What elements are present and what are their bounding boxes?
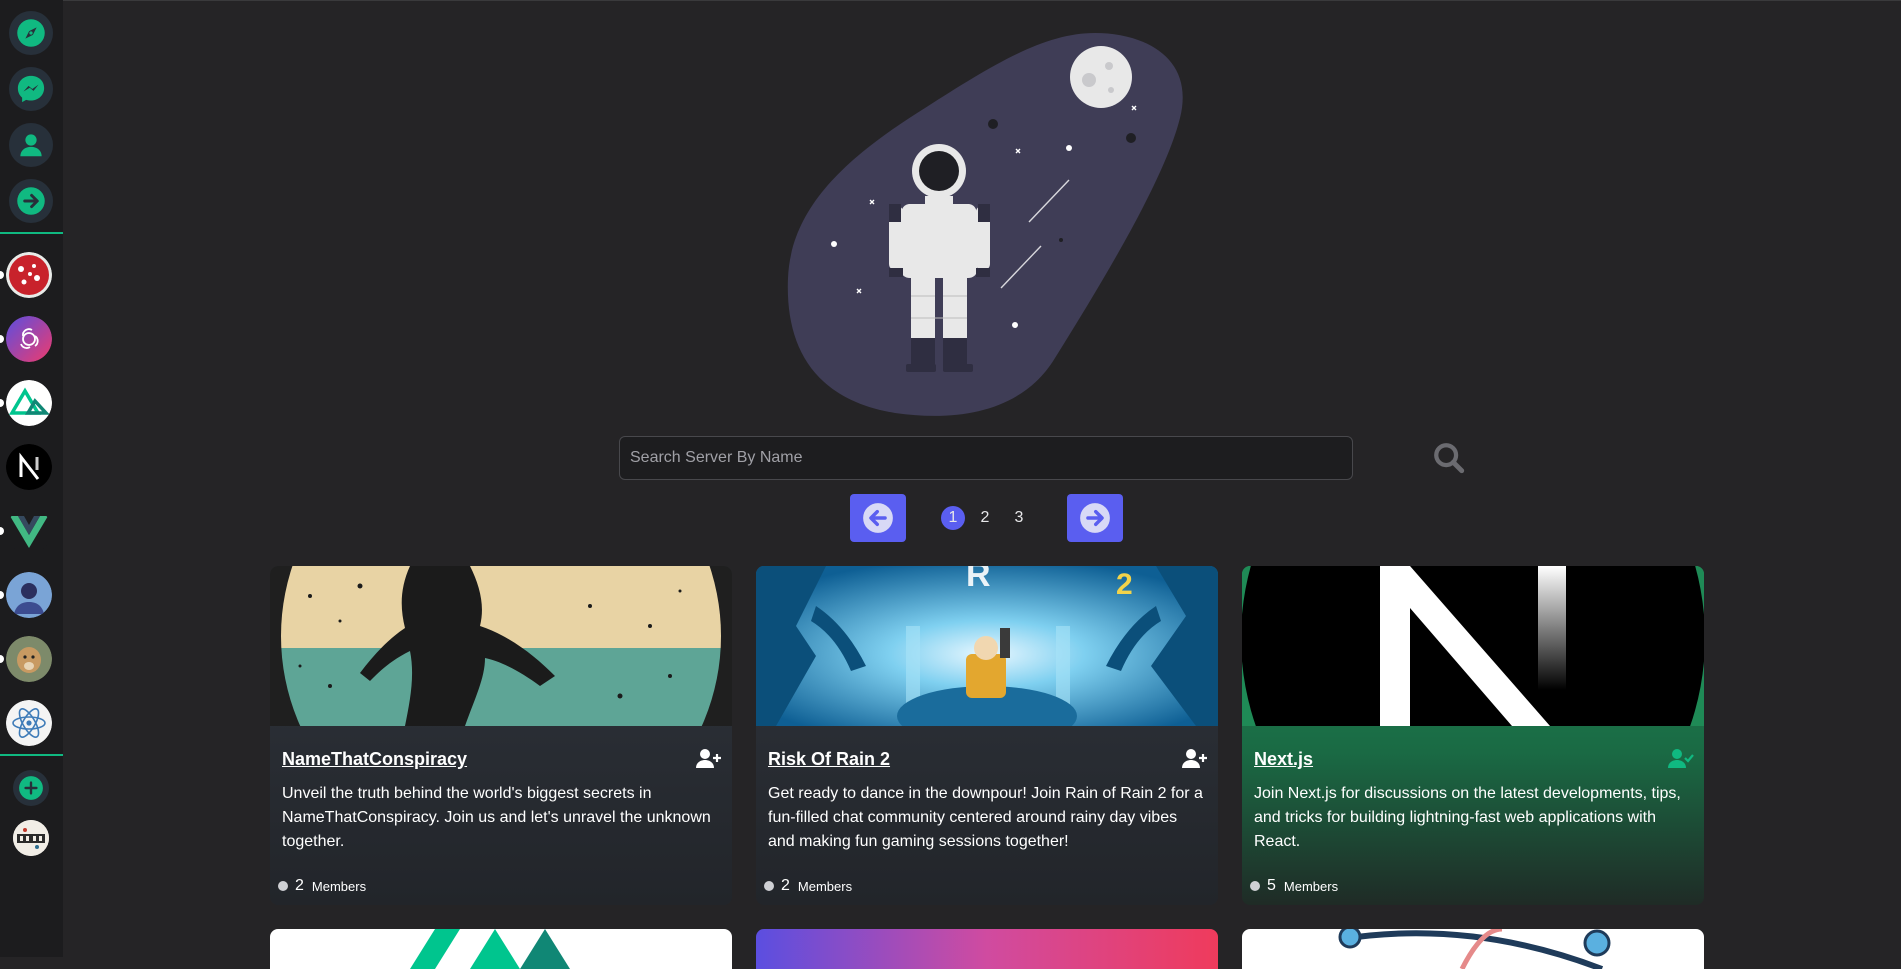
server-card-partial[interactable] — [1242, 929, 1704, 969]
server-description: Unveil the truth behind the world's bigg… — [282, 785, 711, 850]
server-icon-openai[interactable] — [6, 316, 52, 362]
server-title[interactable]: Risk Of Rain 2 — [768, 749, 890, 770]
page-3[interactable]: 3 — [1007, 506, 1031, 530]
astronaut-illustration — [775, 28, 1195, 428]
member-count: 2 Members — [278, 877, 366, 895]
server-icon-nextjs[interactable] — [6, 444, 52, 490]
server-description: Get ready to dance in the downpour! Join… — [768, 785, 1203, 850]
search-input[interactable] — [619, 436, 1353, 480]
server-indicator — [0, 399, 4, 407]
sidebar-separator — [0, 232, 63, 234]
status-dot — [764, 881, 774, 891]
plus-icon — [19, 776, 43, 800]
messages-button[interactable] — [9, 67, 53, 111]
server-title[interactable]: NameThatConspiracy — [282, 749, 467, 770]
server-indicator — [0, 527, 4, 535]
user-check-icon[interactable] — [1668, 748, 1694, 770]
server-icon-vue[interactable] — [6, 508, 52, 554]
server-banner-image — [270, 566, 732, 726]
server-card[interactable]: R 2 Risk Of Rain 2 Get ready to dance in… — [756, 566, 1218, 905]
logout-button[interactable] — [9, 179, 53, 223]
status-dot — [1250, 881, 1260, 891]
server-indicator — [0, 335, 4, 343]
compass-icon — [17, 19, 45, 47]
svg-text:2: 2 — [1116, 568, 1133, 601]
sidebar-separator — [0, 754, 63, 756]
arrow-left-circle-icon — [863, 503, 893, 533]
server-description: Join Next.js for discussions on the late… — [1254, 785, 1681, 850]
top-border — [0, 0, 1901, 1]
page-2[interactable]: 2 — [973, 506, 997, 530]
add-user-icon[interactable] — [1182, 748, 1208, 770]
member-label: Members — [1283, 878, 1339, 894]
member-count-number: 2 — [781, 877, 790, 894]
search-icon[interactable] — [1432, 441, 1466, 475]
member-count: 2 Members — [764, 877, 852, 895]
add-user-icon[interactable] — [696, 748, 722, 770]
status-dot — [278, 881, 288, 891]
server-indicator — [0, 271, 4, 279]
server-banner-image: R 2 — [756, 566, 1218, 726]
arrow-right-circle-icon — [17, 187, 45, 215]
previous-page-button[interactable] — [850, 494, 906, 542]
member-label: Members — [797, 878, 853, 894]
server-card-partial[interactable] — [270, 929, 732, 969]
server-card-partial[interactable] — [756, 929, 1218, 969]
server-icon-namethatconspiracy[interactable] — [6, 252, 52, 298]
svg-text:R: R — [966, 566, 991, 594]
next-page-button[interactable] — [1067, 494, 1123, 542]
add-server-button[interactable] — [13, 770, 49, 806]
server-icon-dog[interactable] — [6, 636, 52, 682]
sidebar — [0, 0, 63, 957]
member-label: Members — [311, 878, 367, 894]
server-card[interactable]: Next.js Join Next.js for discussions on … — [1242, 566, 1704, 905]
explore-button[interactable] — [9, 11, 53, 55]
server-indicator — [0, 655, 4, 663]
user-avatar[interactable] — [13, 820, 49, 856]
server-icon-nuxt[interactable] — [6, 380, 52, 426]
member-count-number: 2 — [295, 877, 304, 894]
server-card[interactable]: NameThatConspiracy Unveil the truth behi… — [270, 566, 732, 905]
messenger-icon — [17, 75, 45, 103]
arrow-right-circle-icon — [1080, 503, 1110, 533]
member-count-number: 5 — [1267, 877, 1276, 894]
page-1[interactable]: 1 — [941, 506, 965, 530]
member-count: 5 Members — [1250, 877, 1338, 895]
server-title[interactable]: Next.js — [1254, 749, 1313, 770]
server-indicator — [0, 591, 4, 599]
server-icon-person[interactable] — [6, 572, 52, 618]
user-icon — [20, 134, 42, 157]
server-icon-react[interactable] — [6, 700, 52, 746]
server-banner-image — [1242, 566, 1704, 726]
profile-button[interactable] — [9, 123, 53, 167]
